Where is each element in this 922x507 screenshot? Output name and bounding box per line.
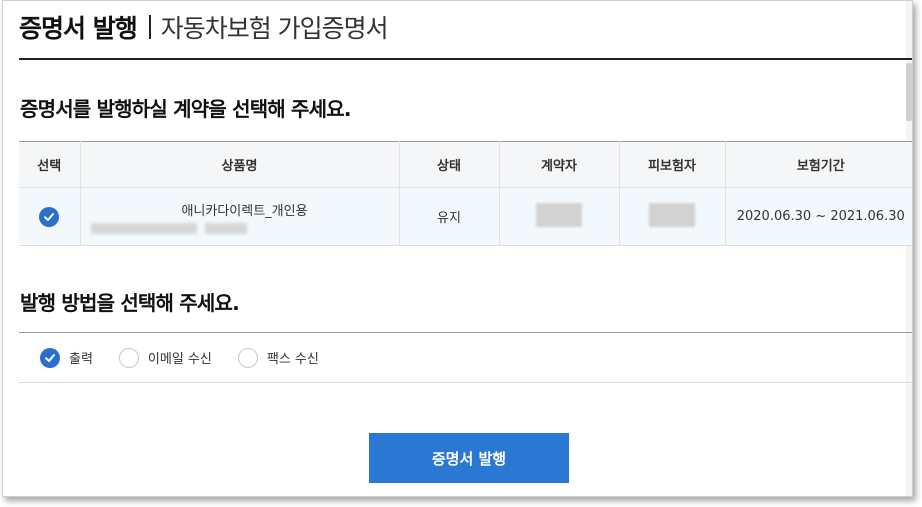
column-header-insured: 피보험자 — [619, 141, 726, 188]
certificate-window: 증명서 발행 자동차보험 가입증명서 증명서를 발행하실 계약을 선택해 주세요… — [2, 0, 913, 497]
page-title: 증명서 발행 — [19, 14, 138, 43]
issue-certificate-button[interactable]: 증명서 발행 — [369, 433, 569, 483]
title-divider — [148, 15, 151, 39]
option-print-label: 출력 — [69, 352, 93, 367]
contracts-section-title: 증명서를 발행하실 계약을 선택해 주세요. — [20, 97, 351, 121]
column-header-policyholder: 계약자 — [499, 141, 620, 188]
radio-checked-icon[interactable] — [40, 347, 60, 368]
redacted-block — [90, 222, 197, 234]
insured-cell — [619, 187, 726, 246]
method-section-title: 발행 방법을 선택해 주세요. — [20, 291, 240, 315]
radio-unchecked-icon[interactable] — [118, 347, 139, 368]
issue-method-options: 출력 이메일 수신 팩스 수신 — [19, 332, 912, 383]
column-header-select: 선택 — [19, 141, 81, 188]
scrollbar-thumb[interactable] — [906, 63, 912, 121]
product-name: 애니카다이렉트_개인용 — [181, 203, 308, 219]
checked-icon[interactable] — [39, 206, 60, 227]
option-fax-label: 팩스 수신 — [266, 352, 319, 367]
product-cell: 애니카다이렉트_개인용 — [80, 187, 400, 246]
page-subtitle: 자동차보험 가입증명서 — [160, 14, 389, 43]
option-email-label: 이메일 수신 — [147, 352, 212, 367]
table-header-row: 선택 상품명 상태 계약자 피보험자 보험기간 — [19, 141, 912, 188]
table-row[interactable]: 애니카다이렉트_개인용 유지 2020.06.30 ~ 2021.06.30 — [19, 187, 912, 246]
redacted-insured — [649, 202, 695, 227]
period-cell: 2020.06.30 ~ 2021.06.30 — [725, 187, 912, 246]
column-header-status: 상태 — [399, 141, 500, 188]
column-header-product: 상품명 — [80, 141, 400, 188]
header-divider — [19, 58, 912, 60]
select-cell[interactable] — [19, 187, 81, 246]
redacted-product-detail — [90, 222, 399, 234]
policyholder-cell — [499, 187, 620, 246]
radio-unchecked-icon[interactable] — [237, 347, 258, 368]
redacted-policyholder — [536, 202, 582, 227]
status-cell: 유지 — [399, 187, 500, 246]
page-header: 증명서 발행 자동차보험 가입증명서 — [19, 7, 389, 47]
column-header-period: 보험기간 — [725, 141, 912, 188]
redacted-block — [204, 222, 247, 234]
option-print[interactable]: 출력 — [40, 347, 93, 368]
contracts-table: 선택 상품명 상태 계약자 피보험자 보험기간 애니카다이렉트_개인용 유지 2… — [19, 141, 912, 246]
option-email[interactable]: 이메일 수신 — [118, 347, 212, 368]
option-fax[interactable]: 팩스 수신 — [237, 347, 319, 368]
